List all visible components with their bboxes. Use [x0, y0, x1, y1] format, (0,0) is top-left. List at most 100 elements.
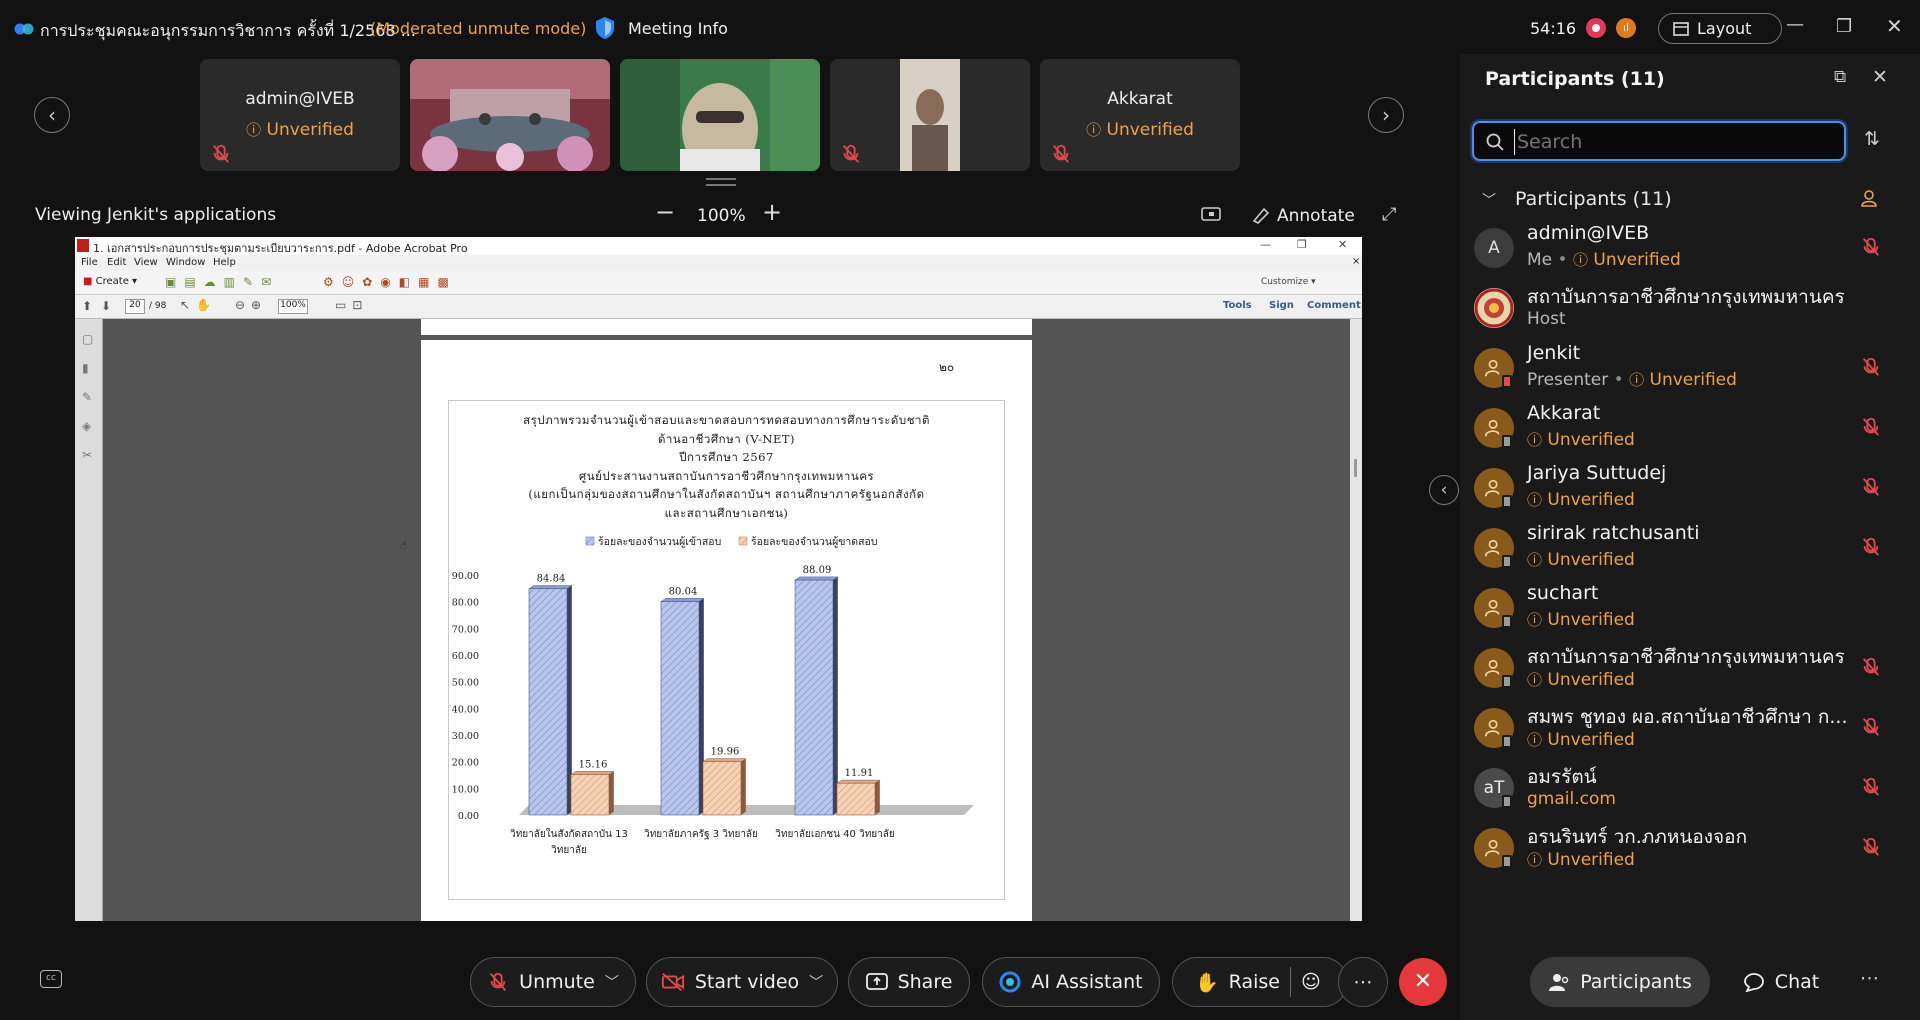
- ai-assistant-button[interactable]: AI Assistant: [982, 957, 1160, 1007]
- tools-pane-button[interactable]: Tools: [1223, 300, 1252, 311]
- leave-meeting-button[interactable]: ✕: [1399, 958, 1447, 1006]
- chart-title-line: ปีการศึกษา 2567: [679, 450, 774, 464]
- fit-tools[interactable]: ▭⊡: [335, 298, 368, 312]
- layout-button[interactable]: Layout: [1658, 13, 1782, 44]
- chevron-down-icon[interactable]: ﹀: [605, 972, 619, 992]
- network-status-icon[interactable]: ıl: [1616, 18, 1636, 38]
- menu-view[interactable]: View: [134, 257, 158, 268]
- mic-muted-icon[interactable]: [1860, 536, 1884, 560]
- mic-muted-icon[interactable]: [1860, 416, 1884, 440]
- video-tile-meeting-room[interactable]: [410, 59, 610, 171]
- resize-handle[interactable]: [706, 178, 736, 186]
- participants-section-label[interactable]: Participants (11): [1515, 188, 1672, 210]
- select-hand-tools[interactable]: ↖✋: [180, 298, 217, 312]
- data-label: 15.16: [579, 759, 608, 770]
- share-screen-icon: [865, 973, 888, 990]
- participants-button[interactable]: Participants: [1530, 957, 1710, 1007]
- toolbar-icons-2[interactable]: ⚙☺✿◉◧▦▩: [323, 275, 457, 289]
- more-icon[interactable]: ⋯: [1860, 967, 1879, 989]
- participant-status: gmail.com: [1527, 789, 1616, 809]
- toolbar-icons[interactable]: ▣▤☁▥✎✉: [165, 275, 279, 289]
- raise-hand-button[interactable]: ✋ Raise ☺: [1172, 957, 1348, 1007]
- menu-edit[interactable]: Edit: [107, 257, 126, 268]
- video-tile-woman[interactable]: [830, 59, 1030, 171]
- screen-icon[interactable]: [1201, 206, 1221, 224]
- sign-pane-button[interactable]: Sign: [1269, 300, 1294, 311]
- recording-icon[interactable]: [1586, 18, 1606, 38]
- side-panel-icons[interactable]: ▢ ▮ ✎ ◈ ✂: [82, 325, 93, 470]
- bar-top: [660, 598, 705, 602]
- comment-pane-button[interactable]: Comment: [1307, 300, 1361, 311]
- page-number-input[interactable]: 20: [125, 299, 145, 314]
- participant-status: ⓘ Unverified: [1527, 550, 1635, 570]
- document-scrollbar[interactable]: [1350, 319, 1362, 921]
- thumbnails-next-button[interactable]: ›: [1368, 97, 1404, 133]
- bar-top: [570, 771, 615, 775]
- chat-label: Chat: [1774, 971, 1820, 993]
- mic-muted-icon[interactable]: [1860, 716, 1884, 740]
- prev-page-icon[interactable]: ⬆: [82, 299, 92, 313]
- mic-muted-icon[interactable]: [1860, 236, 1884, 260]
- popout-icon[interactable]: ⧉: [1834, 67, 1846, 87]
- annotate-button[interactable]: Annotate: [1277, 206, 1355, 226]
- acrobat-zoom-input[interactable]: 100%: [278, 299, 308, 314]
- create-button[interactable]: ■ Create ▾: [83, 276, 137, 287]
- thumbnails-prev-button[interactable]: ‹: [34, 97, 70, 133]
- chat-icon: [1743, 973, 1764, 992]
- device-icon: [1502, 495, 1512, 508]
- sort-icon[interactable]: ⇅: [1864, 128, 1880, 150]
- next-page-icon[interactable]: ⬇: [101, 299, 111, 313]
- share-button[interactable]: Share: [848, 957, 970, 1007]
- acrobat-titlebar: 1. เอกสารประกอบการประชุมตามระเบียบวาระกา…: [75, 237, 1362, 255]
- mic-muted-icon[interactable]: [1860, 656, 1884, 680]
- menu-help[interactable]: Help: [213, 257, 236, 268]
- legend-label: ร้อยละของจำนวนผู้เข้าสอบ: [598, 536, 721, 548]
- mic-muted-icon[interactable]: [1860, 356, 1884, 380]
- participant-name: Jenkit: [1527, 342, 1581, 364]
- mic-muted-icon[interactable]: [1860, 776, 1884, 800]
- captions-icon[interactable]: cc: [40, 970, 62, 988]
- video-tile-akkarat[interactable]: Akkarat ⓘ Unverified: [1040, 59, 1240, 171]
- host-tools-icon[interactable]: [1860, 189, 1878, 207]
- menubar-close[interactable]: ×: [1352, 256, 1360, 267]
- participant-status: ⓘ Unverified: [1527, 850, 1635, 870]
- video-tile-person[interactable]: [620, 59, 820, 171]
- acrobat-minimize[interactable]: —: [1260, 238, 1271, 251]
- y-tick-label: 10.00: [452, 784, 479, 795]
- unmute-button[interactable]: Unmute ﹀: [470, 957, 636, 1007]
- data-label: 84.84: [537, 574, 566, 585]
- chart-title-line: ด้านอาชีวศึกษา (V-NET): [657, 431, 796, 446]
- chevron-down-icon[interactable]: ﹀: [1482, 190, 1496, 210]
- zoom-tools[interactable]: ⊖⊕: [235, 298, 267, 312]
- mic-muted-icon[interactable]: [1860, 476, 1884, 500]
- close-window-button[interactable]: ✕: [1886, 14, 1903, 38]
- fullscreen-icon[interactable]: ⤢: [1382, 204, 1396, 225]
- maximize-button[interactable]: ❐: [1836, 16, 1852, 37]
- bar: [702, 761, 742, 816]
- customize-button[interactable]: Customize ▾: [1261, 277, 1316, 287]
- legend-label: ร้อยละของจำนวนผู้ขาดสอบ: [751, 536, 878, 548]
- more-options-button[interactable]: ⋯: [1338, 957, 1388, 1007]
- start-video-button[interactable]: Start video ﹀: [646, 957, 838, 1007]
- chevron-down-icon[interactable]: ﹀: [809, 972, 823, 992]
- zoom-out-button[interactable]: −: [655, 198, 675, 226]
- collapse-panel-button[interactable]: ‹: [1429, 475, 1459, 505]
- moderated-mode-label: (Moderated unmute mode): [370, 19, 587, 38]
- menu-file[interactable]: File: [81, 257, 98, 268]
- chat-button[interactable]: Chat: [1728, 957, 1834, 1007]
- search-input[interactable]: [1514, 129, 1834, 155]
- layout-icon: [1673, 22, 1689, 36]
- zoom-in-button[interactable]: +: [762, 198, 782, 226]
- mic-muted-icon[interactable]: [1860, 836, 1884, 860]
- reactions-icon[interactable]: ☺: [1301, 971, 1321, 993]
- meeting-info-button[interactable]: Meeting Info: [628, 19, 728, 38]
- video-tile-admin[interactable]: admin@IVEB ⓘ Unverified: [200, 59, 400, 171]
- shield-icon[interactable]: [594, 16, 616, 40]
- acrobat-close[interactable]: ✕: [1338, 238, 1347, 251]
- close-panel-icon[interactable]: ✕: [1872, 66, 1888, 88]
- acrobat-maximize[interactable]: ❐: [1297, 238, 1307, 251]
- minimize-button[interactable]: —: [1786, 14, 1804, 35]
- video-off-icon: [661, 973, 684, 991]
- search-box[interactable]: [1472, 121, 1846, 161]
- menu-window[interactable]: Window: [166, 257, 205, 268]
